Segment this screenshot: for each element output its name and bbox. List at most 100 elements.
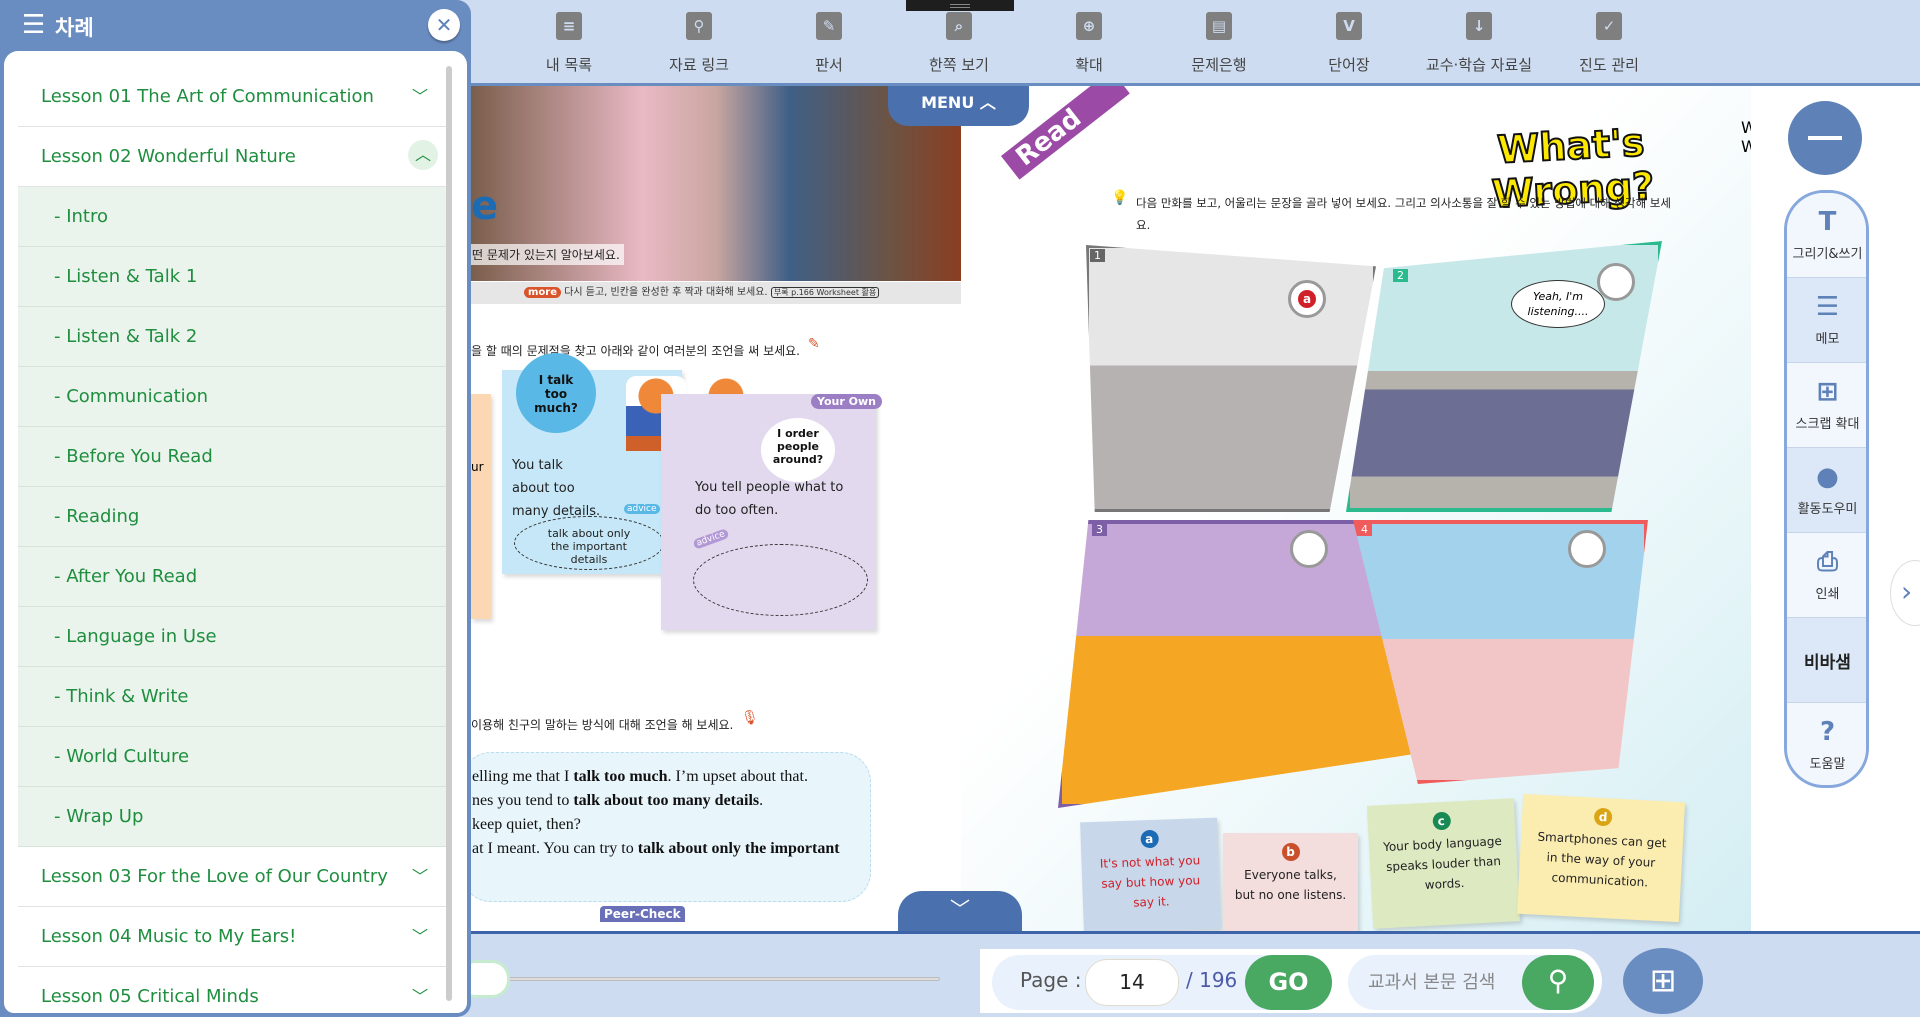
- more-text: 다시 듣고, 빈칸을 완성한 후 짝과 대화해 보세요.: [564, 287, 768, 298]
- tool-help[interactable]: ? 도움말: [1787, 703, 1866, 785]
- title-letter: e: [471, 183, 499, 229]
- pen-board-icon: ✎: [816, 12, 842, 40]
- toolbar-label: 내 목록: [545, 56, 593, 74]
- toc-lesson[interactable]: Lesson 02 Wonderful Nature ︿: [18, 127, 450, 187]
- toc-label: Lesson 03 For the Love of Our Country: [41, 866, 388, 887]
- page-input[interactable]: 14: [1085, 959, 1179, 1006]
- answer-note-c[interactable]: c Your body language speaks louder than w…: [1366, 798, 1521, 929]
- tool-print[interactable]: ⎙ 인쇄: [1787, 533, 1866, 618]
- page-down-tab[interactable]: ﹀: [898, 891, 1022, 931]
- toc-subitem[interactable]: - Think & Write: [18, 667, 450, 727]
- toolbar-label: 문제은행: [1191, 56, 1247, 74]
- lightbulb-icon: 💡: [1111, 190, 1129, 206]
- toolbar-item-4[interactable]: ⊕ 확대: [1029, 8, 1149, 75]
- chevron-down-icon[interactable]: ﹀: [412, 907, 428, 967]
- toc-subitem[interactable]: - Listen & Talk 1: [18, 247, 450, 307]
- dialogue-text: elling me that I: [472, 768, 574, 785]
- dialogue-line: nes you tend to talk about too many deta…: [472, 789, 870, 813]
- toolbar-item-0[interactable]: ≡ 내 목록: [509, 8, 629, 75]
- toc-subitem[interactable]: - Before You Read: [18, 427, 450, 487]
- zoom-in-icon: ⊕: [1076, 12, 1102, 40]
- page-slider[interactable]: [490, 977, 940, 981]
- tool-vivasam[interactable]: 비바샘: [1787, 618, 1866, 703]
- microphone-icon: 🎙: [741, 710, 759, 726]
- go-button[interactable]: GO: [1245, 955, 1332, 1010]
- chevron-up-icon[interactable]: ︿: [408, 140, 438, 170]
- answer-slot-2[interactable]: [1597, 263, 1635, 301]
- toc-label: Lesson 05 Critical Minds: [41, 986, 259, 1007]
- print-icon: ⎙: [1817, 547, 1838, 577]
- tool-memo[interactable]: ☰ 메모: [1787, 278, 1866, 363]
- toc-label: - World Culture: [54, 746, 190, 767]
- dialogue-text: at I meant. You can try to: [472, 840, 638, 857]
- answer-note-b[interactable]: b Everyone talks, but no one listens.: [1223, 833, 1358, 931]
- toc-label: - Intro: [54, 206, 109, 227]
- toc-subitem[interactable]: - After You Read: [18, 547, 450, 607]
- toolbar-item-7[interactable]: ↓ 교수·학습 자료실: [1419, 8, 1539, 75]
- toc-lesson[interactable]: Lesson 05 Critical Minds ﹀: [18, 967, 450, 1013]
- toc-lesson[interactable]: Lesson 03 For the Love of Our Country ﹀: [18, 847, 450, 907]
- toolbar-drag-handle[interactable]: [906, 0, 1014, 11]
- toc-label: - Wrap Up: [54, 806, 144, 827]
- chevron-down-icon[interactable]: ﹀: [412, 967, 428, 1013]
- toolbar-item-3[interactable]: ⌕ 한쪽 보기: [899, 8, 1019, 75]
- toc-scrollbar[interactable]: [446, 66, 452, 1001]
- panel-number: 1: [1090, 249, 1105, 262]
- photo-caption: 어떤 문제가 있는지 알아보세요.: [471, 244, 624, 265]
- toolbar-item-1[interactable]: ⚲ 자료 링크: [639, 8, 759, 75]
- link-add-icon: ⚲: [686, 12, 712, 40]
- answer-slot-3[interactable]: [1290, 530, 1328, 568]
- toc-subitem[interactable]: - Language in Use: [18, 607, 450, 667]
- toolbar-item-2[interactable]: ✎ 판서: [769, 8, 889, 75]
- toc-subitem[interactable]: - World Culture: [18, 727, 450, 787]
- right-page: Read What's Wrong? What's Wrong? 💡 다음 만화…: [961, 86, 1751, 931]
- toc-lesson[interactable]: Lesson 04 Music to My Ears! ﹀: [18, 907, 450, 967]
- progress-check-icon: ✓: [1596, 12, 1622, 40]
- tool-activity-helper[interactable]: ● 활동도우미: [1787, 448, 1866, 533]
- toc-label: - After You Read: [54, 566, 198, 587]
- tool-scrap-zoom[interactable]: ⊞ 스크랩 확대: [1787, 363, 1866, 448]
- peer-check-label: Peer-Check: [600, 906, 685, 922]
- more-badge: more: [524, 287, 562, 298]
- collapse-tools-button[interactable]: [1788, 101, 1862, 175]
- toolbar-label: 자료 링크: [669, 56, 729, 74]
- toc-subitem[interactable]: - Reading: [18, 487, 450, 547]
- answer-note-d[interactable]: d Smartphones can get in the way of your …: [1516, 793, 1686, 923]
- toolbar-item-8[interactable]: ✓ 진도 관리: [1549, 8, 1669, 75]
- dialogue-line: keep quiet, then?: [472, 813, 870, 837]
- toc-subitem[interactable]: - Intro: [18, 187, 450, 247]
- tool-label: 인쇄: [1815, 587, 1840, 602]
- toc-label: - Think & Write: [54, 686, 189, 707]
- chevron-down-icon[interactable]: ﹀: [412, 847, 428, 907]
- close-sidebar-button[interactable]: ✕: [428, 9, 460, 41]
- menu-tab[interactable]: MENU ︿: [888, 86, 1029, 126]
- search-button[interactable]: ⚲: [1522, 955, 1594, 1010]
- instruction-2: 이용해 친구의 말하는 방식에 대해 조언을 해 보세요.: [471, 718, 734, 732]
- speech-bubble: I order people around?: [761, 418, 835, 482]
- answer-slot-4[interactable]: [1568, 530, 1606, 568]
- instruction: 다음 만화를 보고, 어울리는 문장을 골라 넣어 보세요. 그리고 의사소통을…: [1136, 196, 1671, 232]
- chevron-down-icon[interactable]: ﹀: [412, 67, 428, 127]
- toc-label: Lesson 01 The Art of Communication: [41, 86, 374, 107]
- advice-input-area[interactable]: [693, 544, 868, 616]
- speech-bubble: I talk too much?: [516, 353, 596, 433]
- answer-note-a[interactable]: a It's not what you say but how you say i…: [1080, 817, 1221, 931]
- note-text: It's not what you say but how you say it…: [1099, 853, 1201, 910]
- answer-slot-1[interactable]: a: [1288, 280, 1326, 318]
- toc-subitem[interactable]: - Communication: [18, 367, 450, 427]
- toc-subitem[interactable]: - Listen & Talk 2: [18, 307, 450, 367]
- chevron-down-icon: ﹀: [950, 897, 970, 921]
- toolbar-item-5[interactable]: ▤ 문제은행: [1159, 8, 1279, 75]
- help-icon: ?: [1819, 717, 1836, 747]
- tool-draw-write[interactable]: T 그리기&쓰기: [1787, 193, 1866, 278]
- grid-view-button[interactable]: ⊞: [1623, 948, 1703, 1014]
- toolbar-item-6[interactable]: V 단어장: [1289, 8, 1409, 75]
- next-page-button[interactable]: ›: [1890, 560, 1920, 626]
- minus-icon: [1808, 136, 1842, 140]
- page-total: / 196: [1186, 968, 1238, 992]
- toc-subitem[interactable]: - Wrap Up: [18, 787, 450, 847]
- question-bank-icon: ▤: [1206, 12, 1232, 40]
- toc-lesson[interactable]: Lesson 01 The Art of Communication ﹀: [18, 67, 450, 127]
- toc-list: Lesson 01 The Art of Communication ﹀ Lesso…: [4, 51, 467, 1013]
- more-strip: more 다시 듣고, 빈칸을 완성한 후 짝과 대화해 보세요. 부록 p.1…: [471, 282, 961, 304]
